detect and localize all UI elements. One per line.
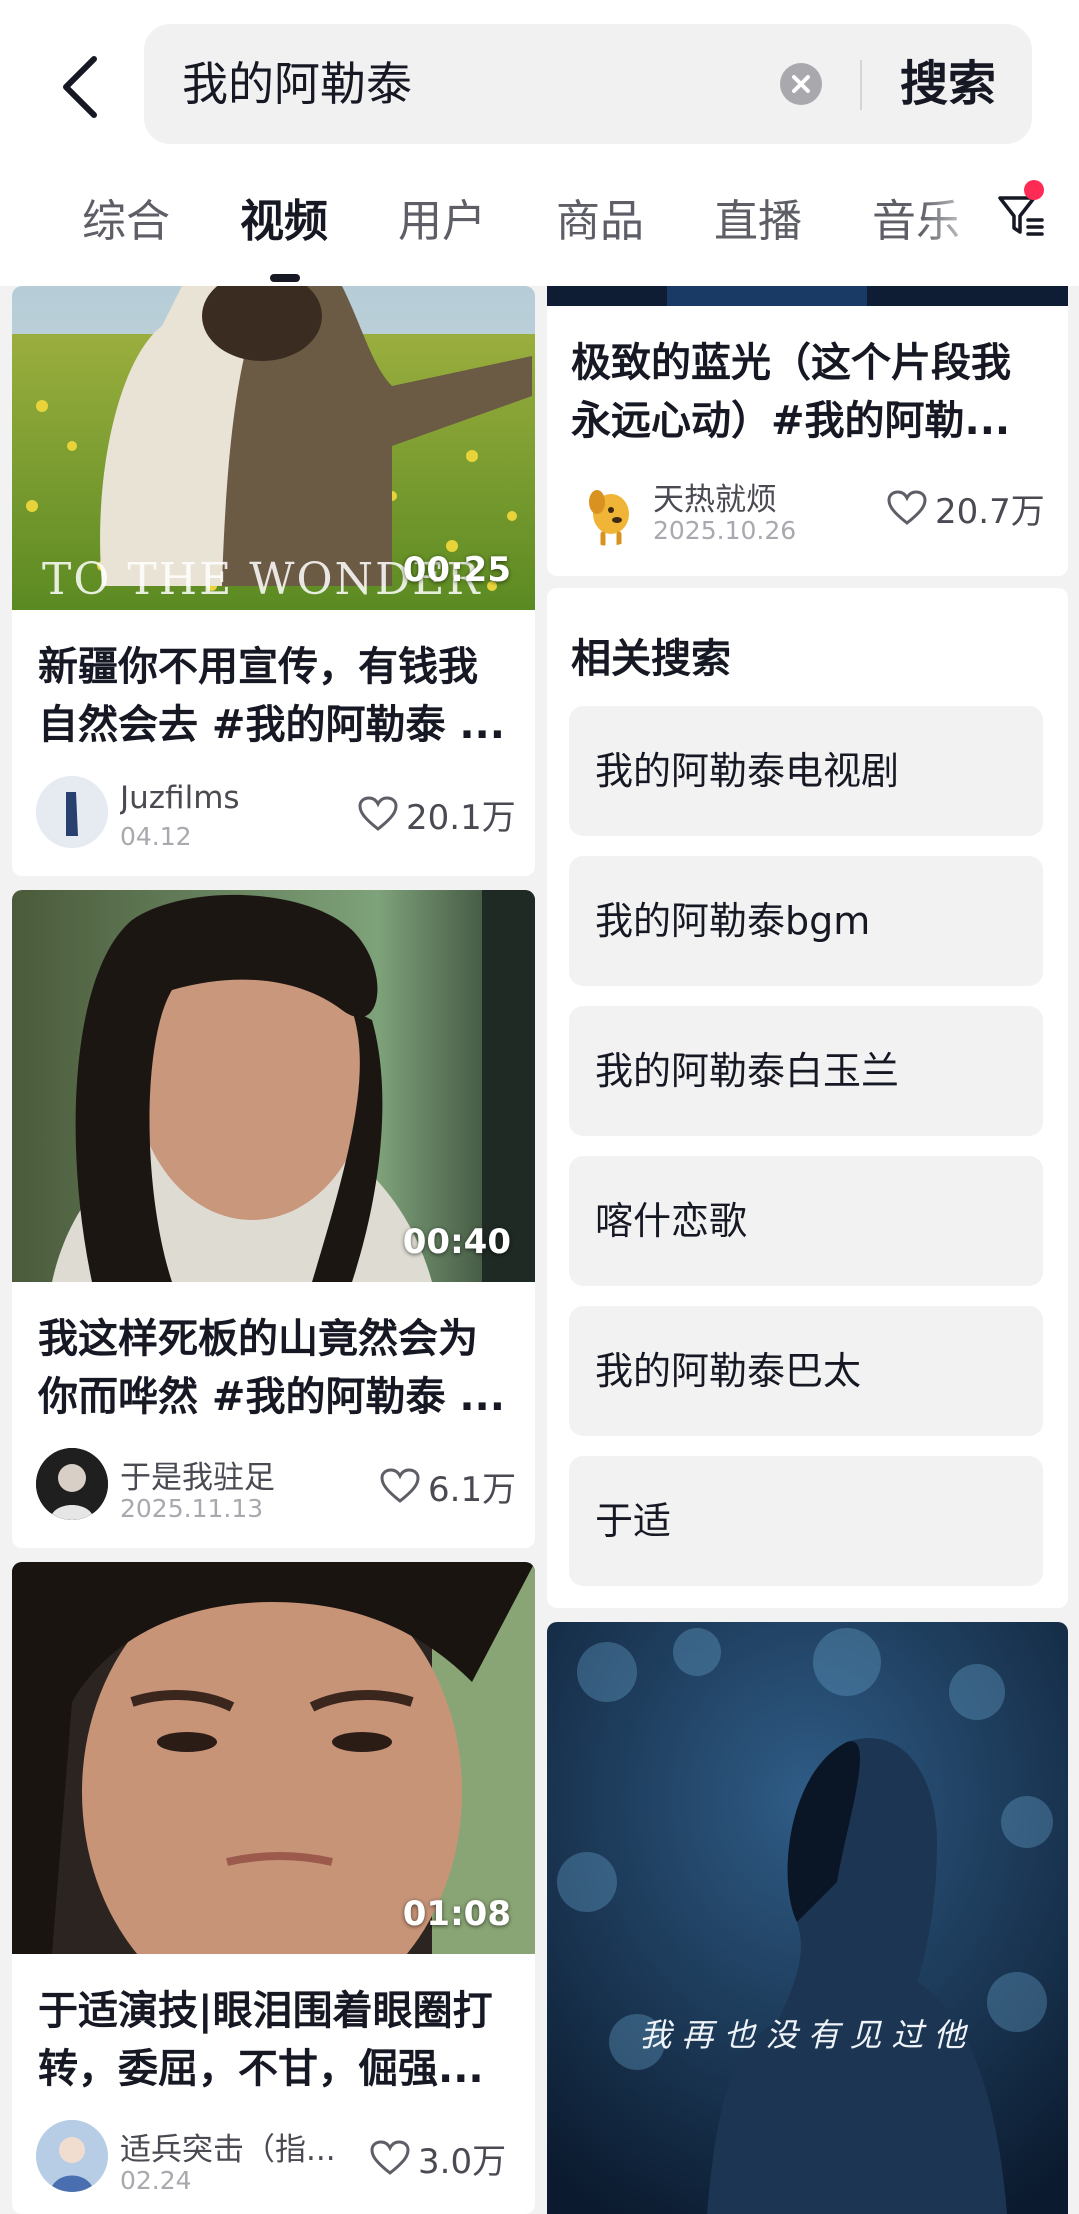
dog-icon — [589, 490, 629, 546]
video-thumbnail: TO THE WONDER 00:25 — [12, 286, 535, 610]
post-date: 2025.11.13 — [120, 1494, 264, 1523]
related-search-label: 我的阿勒泰电视剧 — [595, 749, 900, 793]
video-title: 新疆你不用宣传，有钱我自然会去 #我的阿勒泰 ... — [38, 644, 505, 748]
author-name: 于是我驻足 — [120, 1460, 275, 1496]
video-card[interactable]: TO THE WONDER 00:25 新疆你不用宣传，有钱我自然会去 #我的阿… — [12, 286, 535, 876]
video-card[interactable]: 00:40 我这样死板的山竟然会为你而哗然 #我的阿勒泰 ... 于是我驻足 2… — [12, 890, 535, 1548]
related-search-label: 我的阿勒泰白玉兰 — [595, 1049, 900, 1093]
related-search-label: 我的阿勒泰巴太 — [595, 1349, 862, 1393]
author-name: Juzfilms — [120, 780, 240, 816]
heart-icon — [358, 796, 398, 831]
related-search-label: 我的阿勒泰bgm — [595, 899, 871, 943]
related-search-item[interactable]: 我的阿勒泰巴太 — [569, 1306, 1043, 1436]
video-thumbnail — [547, 286, 1068, 306]
like-count: 20.7万 — [887, 488, 1045, 532]
active-tab-indicator — [270, 274, 300, 282]
like-count: 3.0万 — [370, 2138, 506, 2182]
search-input[interactable]: 我的阿勒泰 搜索 — [144, 24, 1032, 144]
post-date: 04.12 — [120, 822, 192, 851]
related-searches-panel: 相关搜索 我的阿勒泰电视剧 我的阿勒泰bgm 我的阿勒泰白玉兰 喀什恋歌 我的阿… — [547, 588, 1068, 1608]
video-duration: 00:25 — [402, 550, 511, 590]
like-count-value: 6.1万 — [428, 1469, 517, 1510]
search-button[interactable]: 搜索 — [900, 24, 996, 144]
video-thumbnail: 00:40 — [12, 890, 535, 1282]
related-search-label: 喀什恋歌 — [595, 1199, 748, 1243]
tab-products[interactable]: 商品 — [556, 180, 644, 264]
search-query[interactable]: 我的阿勒泰 — [182, 24, 412, 144]
video-subtitle: 我再也没有见过他 — [639, 2016, 976, 2054]
related-search-item[interactable]: 于适 — [569, 1456, 1043, 1586]
author-name: 天热就烦 — [653, 482, 777, 518]
avatar — [36, 776, 108, 848]
like-count: 20.1万 — [358, 794, 516, 838]
chevron-left-icon — [63, 56, 97, 118]
like-count-value: 3.0万 — [418, 2141, 507, 2182]
video-duration: 01:08 — [402, 1894, 511, 1934]
heart-icon — [380, 1468, 420, 1503]
video-title: 我这样死板的山竟然会为你而哗然 #我的阿勒泰 ... — [38, 1316, 505, 1420]
video-card[interactable]: 我再也没有见过他 — [547, 1622, 1068, 2214]
video-title: 极致的蓝光（这个片段我永远心动）#我的阿勒... — [571, 340, 1011, 444]
related-searches-title: 相关搜索 — [571, 636, 731, 682]
search-header: 我的阿勒泰 搜索 综合 视频 用户 商品 直播 音乐 — [0, 0, 1079, 286]
post-date: 02.24 — [120, 2166, 192, 2195]
video-thumbnail: 我再也没有见过他 — [547, 1622, 1068, 2214]
video-card[interactable]: 极致的蓝光（这个片段我永远心动）#我的阿勒... 天热就烦 2025.10.26… — [547, 286, 1068, 576]
heart-icon — [370, 2140, 410, 2175]
like-count-value: 20.1万 — [406, 797, 516, 838]
post-date: 2025.10.26 — [653, 516, 797, 545]
video-title: 于适演技|眼泪围着眼圈打转，委屈，不甘，倔强... — [38, 1988, 493, 2092]
related-search-item[interactable]: 我的阿勒泰电视剧 — [569, 706, 1043, 836]
tab-comprehensive[interactable]: 综合 — [82, 180, 170, 264]
like-count-value: 20.7万 — [935, 491, 1045, 532]
clear-search-button[interactable] — [780, 63, 822, 105]
video-duration: 00:40 — [402, 1222, 511, 1262]
video-card[interactable]: 01:08 于适演技|眼泪围着眼圈打转，委屈，不甘，倔强... 适兵突击（指..… — [12, 1562, 535, 2214]
tab-users[interactable]: 用户 — [398, 180, 486, 264]
related-search-item[interactable]: 我的阿勒泰白玉兰 — [569, 1006, 1043, 1136]
related-search-label: 于适 — [595, 1499, 672, 1543]
tab-video[interactable]: 视频 — [240, 180, 328, 264]
close-icon — [792, 75, 810, 93]
thumbnail-image — [547, 1622, 1068, 2214]
related-search-item[interactable]: 我的阿勒泰bgm — [569, 856, 1043, 986]
heart-icon — [887, 490, 927, 525]
filter-notification-dot — [1024, 180, 1044, 200]
avatar — [573, 474, 645, 546]
tab-live[interactable]: 直播 — [714, 180, 802, 264]
search-divider — [860, 60, 862, 110]
avatar — [36, 2120, 108, 2192]
author-name: 适兵突击（指... — [120, 2132, 336, 2168]
like-count: 6.1万 — [380, 1466, 516, 1510]
tabs-fade-overlay — [920, 170, 1000, 280]
category-tabs: 综合 视频 用户 商品 直播 音乐 — [0, 180, 1079, 264]
video-thumbnail: 01:08 — [12, 1562, 535, 1954]
avatar — [36, 1448, 108, 1520]
related-search-item[interactable]: 喀什恋歌 — [569, 1156, 1043, 1286]
back-button[interactable] — [52, 52, 108, 122]
